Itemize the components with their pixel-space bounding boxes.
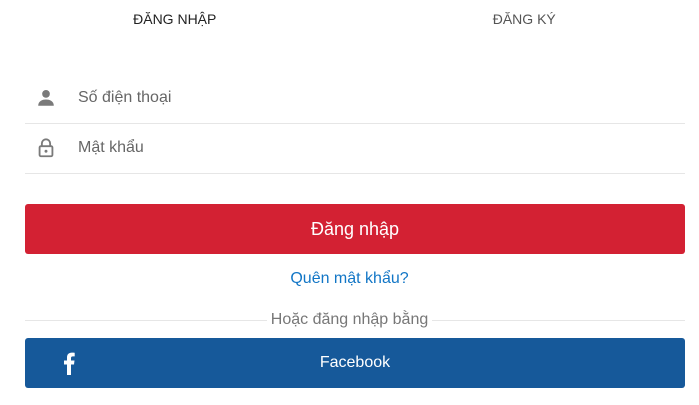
auth-tabs: ĐĂNG NHẬP ĐĂNG KÝ	[0, 0, 699, 40]
facebook-login-button[interactable]: Facebook	[25, 338, 685, 388]
tab-register[interactable]: ĐĂNG KÝ	[350, 0, 699, 40]
forgot-password-link[interactable]: Quên mật khẩu?	[0, 270, 699, 288]
phone-field	[25, 74, 685, 124]
tab-login[interactable]: ĐĂNG NHẬP	[0, 0, 350, 40]
user-icon	[38, 90, 54, 106]
phone-input[interactable]	[78, 74, 668, 122]
lock-icon	[38, 138, 54, 158]
facebook-button-label: Facebook	[319, 354, 391, 371]
password-field	[25, 124, 685, 174]
password-input[interactable]	[78, 124, 668, 172]
divider: Hoặc đăng nhập bằng	[0, 311, 699, 329]
divider-label: Hoặc đăng nhập bằng	[266, 311, 433, 328]
login-button[interactable]: Đăng nhập	[25, 204, 685, 254]
